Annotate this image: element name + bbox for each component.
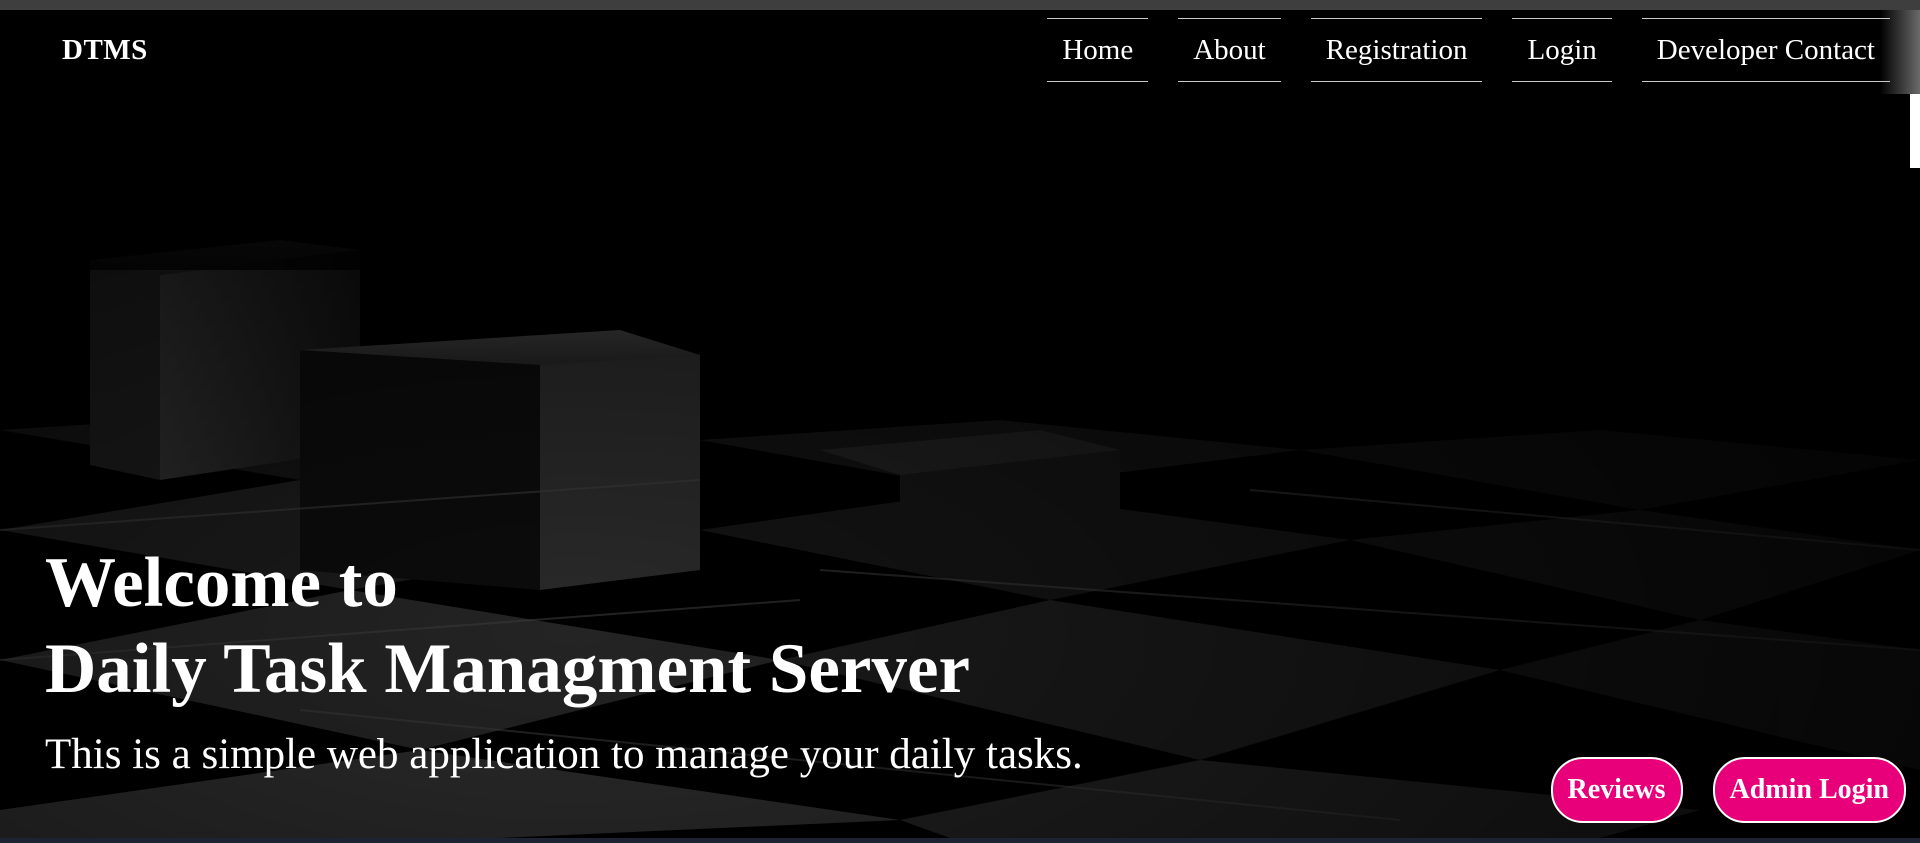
admin-login-button[interactable]: Admin Login — [1712, 757, 1906, 823]
action-buttons: Reviews Admin Login — [1550, 757, 1906, 823]
nav-home[interactable]: Home — [1047, 18, 1149, 82]
bottom-border — [0, 838, 1920, 843]
hero: Welcome to Daily Task Managment Server T… — [45, 540, 1083, 780]
hero-title: Welcome to Daily Task Managment Server — [45, 540, 1083, 712]
nav-developer-contact[interactable]: Developer Contact — [1641, 18, 1890, 82]
top-nav: Home About Registration Login Developer … — [1047, 18, 1890, 82]
hero-title-line1: Welcome to — [45, 544, 398, 622]
nav-registration[interactable]: Registration — [1310, 18, 1483, 82]
scroll-marker — [1910, 94, 1920, 168]
brand-logo[interactable]: DTMS — [62, 34, 148, 67]
page: DTMS Home About Registration Login Devel… — [0, 0, 1920, 843]
nav-about[interactable]: About — [1178, 18, 1281, 82]
top-border — [0, 0, 1920, 10]
reviews-button[interactable]: Reviews — [1550, 757, 1683, 823]
nav-login[interactable]: Login — [1512, 18, 1612, 82]
hero-title-line2: Daily Task Managment Server — [45, 630, 970, 708]
hero-subtitle: This is a simple web application to mana… — [45, 731, 1083, 778]
